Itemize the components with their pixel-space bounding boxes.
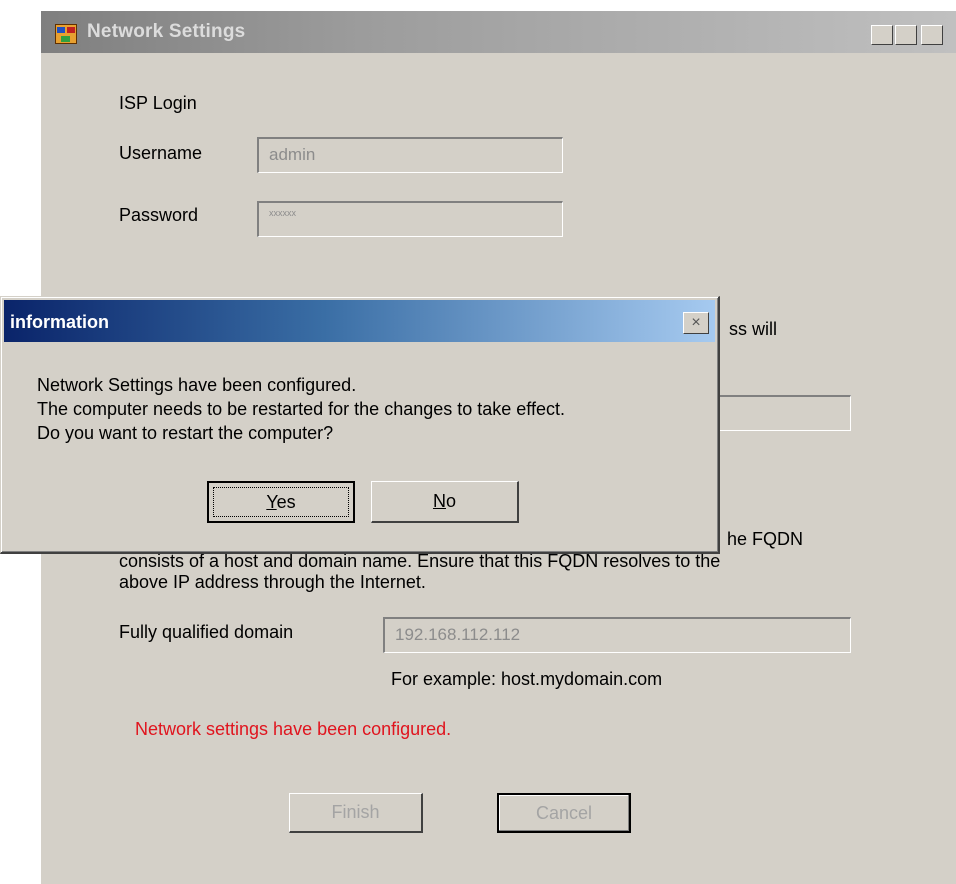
dialog-message-line: Network Settings have been configured. [37, 375, 357, 395]
no-label-rest: o [445, 491, 456, 511]
app-icon [55, 24, 77, 44]
dialog-message-line: Do you want to restart the computer? [37, 423, 334, 443]
window-titlebar[interactable]: Network Settings _ □ × [41, 11, 956, 53]
fqdn-paragraph-tail: he FQDN [727, 529, 804, 549]
fqdn-paragraph-line3: above IP address through the Internet. [119, 572, 426, 592]
no-accelerator: N [432, 491, 446, 511]
minimize-button[interactable]: _ [871, 25, 893, 45]
isp-login-heading: ISP Login [119, 93, 197, 113]
status-message: Network settings have been configured. [135, 719, 452, 739]
focus-rect [213, 487, 349, 517]
ip-address-field[interactable] [709, 395, 851, 431]
username-field[interactable]: admin [257, 137, 563, 173]
username-label: Username [119, 143, 203, 163]
dialog-title: information [10, 312, 109, 332]
no-button[interactable]: No [371, 481, 519, 523]
fqdn-label: Fully qualified domain [119, 622, 294, 642]
close-button[interactable]: × [921, 25, 943, 45]
cancel-button[interactable]: Cancel [497, 793, 631, 833]
dialog-message-line: The computer needs to be restarted for t… [37, 399, 565, 419]
partial-text-right: ss will [729, 319, 777, 339]
fqdn-field[interactable]: 192.168.112.112 [383, 617, 851, 653]
finish-button[interactable]: Finish [289, 793, 423, 833]
dialog-close-button[interactable]: × [683, 312, 709, 334]
dialog-message: Network Settings have been configured. T… [37, 373, 565, 445]
fqdn-example: For example: host.mydomain.com [391, 669, 663, 689]
dialog-titlebar[interactable]: information × [4, 300, 715, 342]
fqdn-paragraph-line2: consists of a host and domain name. Ensu… [119, 551, 721, 571]
yes-button[interactable]: Yes [207, 481, 355, 523]
information-dialog: information × Network Settings have been… [0, 296, 720, 554]
password-field[interactable]: xxxxxx [257, 201, 563, 237]
window-title: Network Settings [87, 21, 246, 42]
close-icon: × [691, 314, 701, 331]
maximize-button[interactable]: □ [895, 25, 917, 45]
password-label: Password [119, 205, 199, 225]
